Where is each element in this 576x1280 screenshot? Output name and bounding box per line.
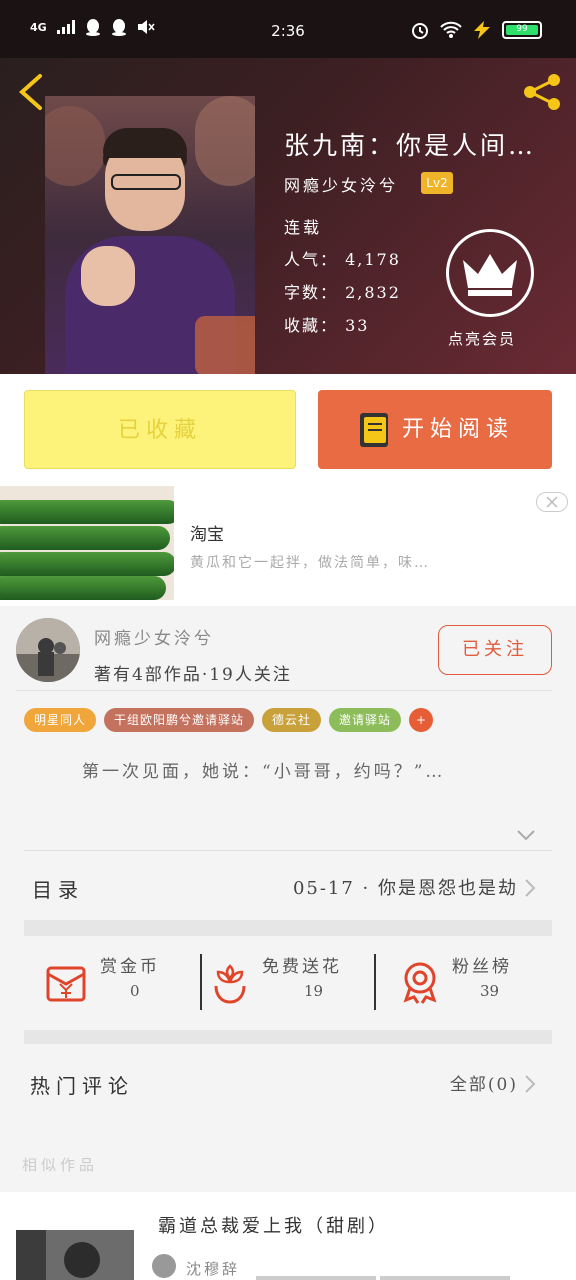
book-intro: 第一次见面，她说：“小哥哥，约吗？”… bbox=[82, 762, 446, 782]
tag-4[interactable]: 邀请驿站 bbox=[329, 708, 402, 732]
book-details: 网瘾少女泠兮 著有4部作品·19人关注 已关注 明星同人 干组欧阳鹏兮邀请驿站 … bbox=[0, 606, 576, 1192]
fans-label: 粉丝榜 bbox=[452, 957, 512, 977]
favorites-stat: 收藏： 33 bbox=[284, 312, 369, 336]
battery-icon: 99 bbox=[502, 21, 542, 39]
hot-comments-label: 热门评论 bbox=[30, 1074, 134, 1098]
popularity-stat: 人气： 4,178 bbox=[284, 246, 401, 270]
similar-work-item[interactable]: 霸道总裁爱上我（甜剧） 沈穆辞 bbox=[0, 1192, 576, 1280]
ad-banner[interactable]: 淘宝 黄瓜和它一起拌，做法简单，味… bbox=[0, 484, 576, 606]
scroll-indicator bbox=[380, 1276, 510, 1280]
ad-image bbox=[0, 486, 174, 600]
ad-description: 黄瓜和它一起拌，做法简单，味… bbox=[190, 555, 430, 571]
latest-chapter[interactable]: 05-17 · 你是恩怨也是劫 bbox=[293, 874, 518, 900]
flower-label: 免费送花 bbox=[262, 957, 342, 977]
similar-work-cover[interactable] bbox=[16, 1230, 134, 1280]
reward-coins-button[interactable]: 赏金币 0 bbox=[44, 952, 194, 1012]
book-header: 张九南：你是人间… 网瘾少女泠兮 Lv2 连载 人气： 4,178 字数： 2,… bbox=[0, 58, 576, 374]
flower-value: 19 bbox=[304, 982, 324, 1000]
toc-label[interactable]: 目录 bbox=[32, 874, 84, 903]
favorites-value: 33 bbox=[345, 316, 370, 335]
crown-icon bbox=[463, 254, 517, 296]
book-title: 张九南：你是人间… bbox=[284, 131, 537, 160]
red-envelope-icon bbox=[46, 966, 86, 1002]
gift-bar: 赏金币 0 免费送花 19 粉丝榜 39 bbox=[24, 936, 552, 1030]
flower-icon bbox=[214, 964, 246, 1004]
chevron-right-icon[interactable] bbox=[524, 1074, 536, 1094]
chevron-down-icon[interactable] bbox=[516, 828, 536, 842]
start-reading-button[interactable]: 开始阅读 bbox=[318, 390, 552, 469]
action-bar: 已收藏 开始阅读 bbox=[0, 374, 576, 484]
share-icon[interactable] bbox=[520, 72, 564, 112]
follow-button[interactable]: 已关注 bbox=[438, 625, 552, 675]
status-bar: 4G 2:36 99 bbox=[0, 0, 576, 58]
send-flower-button[interactable]: 免费送花 19 bbox=[210, 952, 370, 1012]
more-tags-button[interactable]: + bbox=[409, 708, 434, 732]
book-author[interactable]: 网瘾少女泠兮 bbox=[284, 172, 398, 196]
start-reading-label: 开始阅读 bbox=[402, 417, 515, 442]
reward-label: 赏金币 bbox=[100, 957, 160, 977]
author-name[interactable]: 网瘾少女泠兮 bbox=[94, 624, 214, 649]
tag-list: 明星同人 干组欧阳鹏兮邀请驿站 德云社 邀请驿站 + bbox=[24, 708, 434, 732]
reward-value: 0 bbox=[130, 982, 140, 1000]
tag-1[interactable]: 明星同人 bbox=[24, 708, 97, 732]
ad-close-button[interactable] bbox=[536, 492, 568, 512]
all-comments-link[interactable]: 全部(0) bbox=[450, 1070, 518, 1095]
chevron-right-icon[interactable] bbox=[524, 878, 536, 898]
tag-2[interactable]: 干组欧阳鹏兮邀请驿站 bbox=[104, 708, 255, 732]
fans-value: 39 bbox=[480, 982, 500, 1000]
vip-button[interactable] bbox=[446, 229, 534, 317]
divider bbox=[374, 954, 376, 1010]
popularity-label: 人气： bbox=[284, 250, 339, 269]
charging-icon bbox=[474, 21, 490, 39]
similar-work-author: 沈穆辞 bbox=[186, 1260, 241, 1278]
word-count-value: 2,832 bbox=[345, 283, 401, 302]
book-status: 连载 bbox=[284, 218, 323, 237]
author-level-badge: Lv2 bbox=[421, 172, 453, 194]
scroll-indicator bbox=[256, 1276, 376, 1280]
similar-works-label: 相似作品 bbox=[22, 1156, 99, 1174]
medal-icon bbox=[403, 962, 437, 1004]
close-icon bbox=[546, 496, 558, 508]
tag-3[interactable]: 德云社 bbox=[262, 708, 322, 732]
author-avatar[interactable] bbox=[16, 618, 80, 682]
alarm-icon bbox=[412, 23, 428, 39]
divider bbox=[200, 954, 202, 1010]
fan-ranking-button[interactable]: 粉丝榜 39 bbox=[400, 952, 550, 1012]
word-count-label: 字数： bbox=[284, 283, 339, 302]
ad-title: 淘宝 bbox=[190, 525, 224, 545]
book-icon bbox=[360, 413, 388, 447]
divider bbox=[16, 690, 552, 691]
section-spacer bbox=[24, 920, 552, 936]
similar-work-author-avatar bbox=[152, 1254, 176, 1278]
divider bbox=[24, 850, 552, 851]
battery-value: 99 bbox=[516, 24, 528, 34]
back-icon[interactable] bbox=[16, 72, 46, 112]
collected-button[interactable]: 已收藏 bbox=[24, 390, 296, 469]
section-spacer bbox=[24, 1030, 552, 1044]
word-count-stat: 字数： 2,832 bbox=[284, 279, 401, 303]
status-right: 99 bbox=[410, 20, 542, 40]
book-cover[interactable] bbox=[45, 96, 255, 374]
author-info: 著有4部作品·19人关注 bbox=[94, 665, 292, 685]
wifi-icon bbox=[440, 21, 462, 38]
popularity-value: 4,178 bbox=[345, 250, 401, 269]
similar-work-title: 霸道总裁爱上我（甜剧） bbox=[158, 1216, 389, 1237]
favorites-label: 收藏： bbox=[284, 316, 339, 335]
vip-label: 点亮会员 bbox=[448, 330, 517, 348]
